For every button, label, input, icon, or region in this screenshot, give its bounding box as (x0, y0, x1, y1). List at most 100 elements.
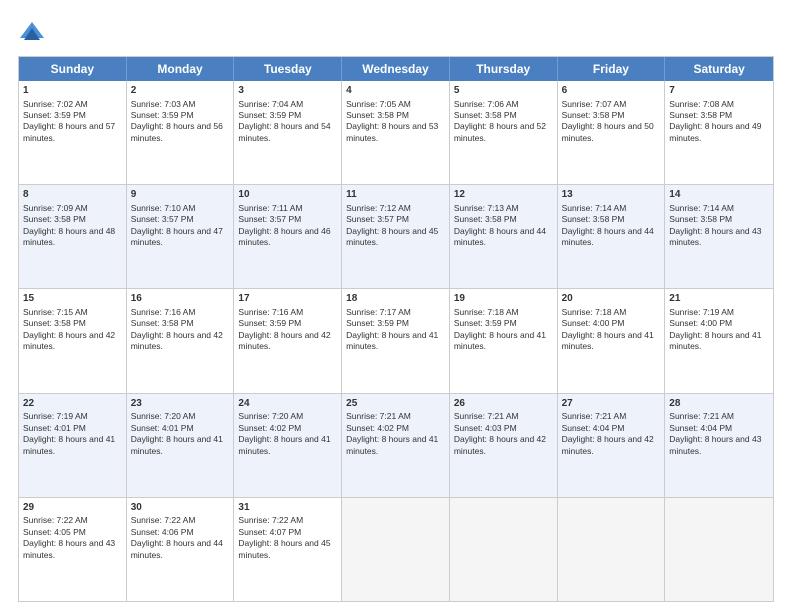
sunset: Sunset: 3:58 PM (669, 110, 732, 120)
daylight: Daylight: 8 hours and 44 minutes. (131, 538, 223, 559)
day-cell-18: 18Sunrise: 7:17 AMSunset: 3:59 PMDayligh… (342, 289, 450, 392)
calendar: SundayMondayTuesdayWednesdayThursdayFrid… (18, 56, 774, 602)
day-cell-7: 7Sunrise: 7:08 AMSunset: 3:58 PMDaylight… (665, 81, 773, 184)
daylight: Daylight: 8 hours and 42 minutes. (23, 330, 115, 351)
daylight: Daylight: 8 hours and 42 minutes. (238, 330, 330, 351)
sunrise: Sunrise: 7:15 AM (23, 307, 88, 317)
daylight: Daylight: 8 hours and 57 minutes. (23, 121, 115, 142)
sunrise: Sunrise: 7:13 AM (454, 203, 519, 213)
day-cell-22: 22Sunrise: 7:19 AMSunset: 4:01 PMDayligh… (19, 394, 127, 497)
sunset: Sunset: 3:58 PM (562, 214, 625, 224)
sunrise: Sunrise: 7:05 AM (346, 99, 411, 109)
day-number: 10 (238, 188, 337, 202)
day-number: 5 (454, 84, 553, 98)
day-cell-13: 13Sunrise: 7:14 AMSunset: 3:58 PMDayligh… (558, 185, 666, 288)
day-header-wednesday: Wednesday (342, 57, 450, 81)
day-number: 27 (562, 397, 661, 411)
daylight: Daylight: 8 hours and 52 minutes. (454, 121, 546, 142)
day-cell-8: 8Sunrise: 7:09 AMSunset: 3:58 PMDaylight… (19, 185, 127, 288)
sunrise: Sunrise: 7:20 AM (131, 411, 196, 421)
day-number: 28 (669, 397, 769, 411)
sunrise: Sunrise: 7:22 AM (238, 515, 303, 525)
day-number: 19 (454, 292, 553, 306)
daylight: Daylight: 8 hours and 41 minutes. (669, 330, 761, 351)
day-number: 22 (23, 397, 122, 411)
calendar-row-4: 22Sunrise: 7:19 AMSunset: 4:01 PMDayligh… (19, 394, 773, 498)
sunset: Sunset: 3:58 PM (562, 110, 625, 120)
sunset: Sunset: 3:58 PM (346, 110, 409, 120)
day-cell-31: 31Sunrise: 7:22 AMSunset: 4:07 PMDayligh… (234, 498, 342, 601)
daylight: Daylight: 8 hours and 41 minutes. (454, 330, 546, 351)
day-cell-15: 15Sunrise: 7:15 AMSunset: 3:58 PMDayligh… (19, 289, 127, 392)
day-number: 3 (238, 84, 337, 98)
day-cell-29: 29Sunrise: 7:22 AMSunset: 4:05 PMDayligh… (19, 498, 127, 601)
day-number: 29 (23, 501, 122, 515)
day-cell-5: 5Sunrise: 7:06 AMSunset: 3:58 PMDaylight… (450, 81, 558, 184)
logo-icon (18, 18, 46, 46)
day-cell-17: 17Sunrise: 7:16 AMSunset: 3:59 PMDayligh… (234, 289, 342, 392)
day-number: 9 (131, 188, 230, 202)
day-number: 26 (454, 397, 553, 411)
sunrise: Sunrise: 7:10 AM (131, 203, 196, 213)
day-number: 4 (346, 84, 445, 98)
sunrise: Sunrise: 7:04 AM (238, 99, 303, 109)
day-number: 18 (346, 292, 445, 306)
sunset: Sunset: 3:58 PM (23, 318, 86, 328)
sunrise: Sunrise: 7:20 AM (238, 411, 303, 421)
day-cell-19: 19Sunrise: 7:18 AMSunset: 3:59 PMDayligh… (450, 289, 558, 392)
daylight: Daylight: 8 hours and 49 minutes. (669, 121, 761, 142)
day-header-thursday: Thursday (450, 57, 558, 81)
day-cell-27: 27Sunrise: 7:21 AMSunset: 4:04 PMDayligh… (558, 394, 666, 497)
sunset: Sunset: 3:58 PM (669, 214, 732, 224)
daylight: Daylight: 8 hours and 56 minutes. (131, 121, 223, 142)
sunset: Sunset: 3:59 PM (238, 318, 301, 328)
day-header-sunday: Sunday (19, 57, 127, 81)
day-header-monday: Monday (127, 57, 235, 81)
daylight: Daylight: 8 hours and 42 minutes. (131, 330, 223, 351)
sunset: Sunset: 3:59 PM (238, 110, 301, 120)
sunset: Sunset: 4:04 PM (562, 423, 625, 433)
day-cell-9: 9Sunrise: 7:10 AMSunset: 3:57 PMDaylight… (127, 185, 235, 288)
sunset: Sunset: 4:04 PM (669, 423, 732, 433)
daylight: Daylight: 8 hours and 44 minutes. (454, 226, 546, 247)
day-number: 20 (562, 292, 661, 306)
daylight: Daylight: 8 hours and 50 minutes. (562, 121, 654, 142)
sunrise: Sunrise: 7:22 AM (131, 515, 196, 525)
day-number: 7 (669, 84, 769, 98)
day-cell-21: 21Sunrise: 7:19 AMSunset: 4:00 PMDayligh… (665, 289, 773, 392)
day-number: 24 (238, 397, 337, 411)
sunrise: Sunrise: 7:09 AM (23, 203, 88, 213)
day-cell-28: 28Sunrise: 7:21 AMSunset: 4:04 PMDayligh… (665, 394, 773, 497)
sunset: Sunset: 4:03 PM (454, 423, 517, 433)
sunset: Sunset: 3:58 PM (131, 318, 194, 328)
sunrise: Sunrise: 7:06 AM (454, 99, 519, 109)
day-cell-11: 11Sunrise: 7:12 AMSunset: 3:57 PMDayligh… (342, 185, 450, 288)
daylight: Daylight: 8 hours and 53 minutes. (346, 121, 438, 142)
sunset: Sunset: 4:01 PM (131, 423, 194, 433)
day-number: 23 (131, 397, 230, 411)
empty-cell (665, 498, 773, 601)
page: SundayMondayTuesdayWednesdayThursdayFrid… (0, 0, 792, 612)
day-cell-4: 4Sunrise: 7:05 AMSunset: 3:58 PMDaylight… (342, 81, 450, 184)
sunset: Sunset: 4:05 PM (23, 527, 86, 537)
sunrise: Sunrise: 7:12 AM (346, 203, 411, 213)
sunrise: Sunrise: 7:21 AM (454, 411, 519, 421)
sunset: Sunset: 3:59 PM (23, 110, 86, 120)
day-number: 6 (562, 84, 661, 98)
sunset: Sunset: 3:59 PM (131, 110, 194, 120)
daylight: Daylight: 8 hours and 43 minutes. (669, 226, 761, 247)
sunrise: Sunrise: 7:02 AM (23, 99, 88, 109)
day-cell-1: 1Sunrise: 7:02 AMSunset: 3:59 PMDaylight… (19, 81, 127, 184)
daylight: Daylight: 8 hours and 41 minutes. (562, 330, 654, 351)
daylight: Daylight: 8 hours and 42 minutes. (562, 434, 654, 455)
daylight: Daylight: 8 hours and 48 minutes. (23, 226, 115, 247)
day-number: 16 (131, 292, 230, 306)
sunset: Sunset: 4:00 PM (562, 318, 625, 328)
day-cell-12: 12Sunrise: 7:13 AMSunset: 3:58 PMDayligh… (450, 185, 558, 288)
sunset: Sunset: 3:57 PM (131, 214, 194, 224)
calendar-row-5: 29 Sunrise: 7:22 AM Sunset: 4:05 PM Dayligh… (19, 498, 773, 601)
day-cell-30: 30Sunrise: 7:22 AMSunset: 4:06 PMDayligh… (127, 498, 235, 601)
daylight: Daylight: 8 hours and 54 minutes. (238, 121, 330, 142)
day-cell-14: 14Sunrise: 7:14 AMSunset: 3:58 PMDayligh… (665, 185, 773, 288)
day-number: 30 (131, 501, 230, 515)
